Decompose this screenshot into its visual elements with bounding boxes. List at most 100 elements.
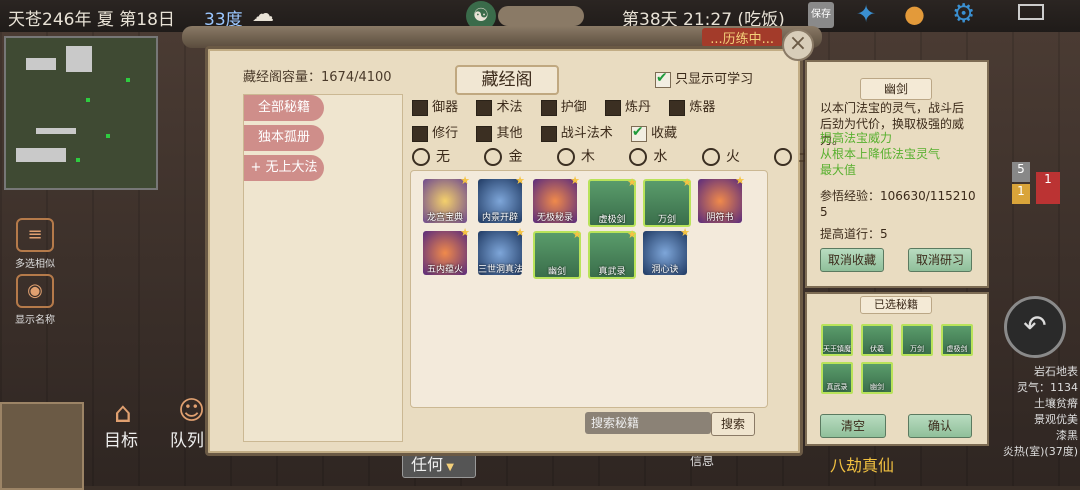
badge-gold[interactable]: 1	[1012, 184, 1030, 204]
detail-effect: 从根本上降低法宝灵气	[820, 147, 941, 161]
filter-lianqi[interactable]: 炼器	[669, 96, 715, 116]
star-icon: ★	[515, 226, 525, 239]
map-icon[interactable]: ✦	[856, 0, 876, 28]
book-title: 真武录	[598, 267, 626, 277]
book-item[interactable]: ★ 龙宫宝典	[423, 174, 470, 223]
gourd-slot[interactable]	[0, 402, 84, 490]
radio-icon[interactable]	[556, 148, 575, 166]
tab-supreme[interactable]: + 无上大法	[244, 155, 324, 181]
detail-dao: 提高道行：5	[820, 227, 888, 241]
checkbox-icon[interactable]	[630, 124, 647, 142]
tab-all[interactable]: 全部秘籍	[244, 95, 324, 121]
detail-desc-line: 以本门法宝的灵气，战斗后	[820, 101, 965, 115]
selected-book-title: 伏羲	[870, 345, 884, 353]
people-icon: ☺	[178, 396, 206, 426]
filter-qita[interactable]: 其他	[476, 122, 522, 142]
category-tab-list: 全部秘籍 独本孤册 + 无上大法	[243, 94, 403, 442]
target-button[interactable]: ⌂ 目标	[104, 396, 138, 451]
book-item[interactable]: ★ 无极秘录	[533, 174, 580, 223]
book-title: 三世洞真法	[478, 265, 522, 275]
filter-xiuxing[interactable]: 修行	[412, 122, 458, 142]
save-button[interactable]: 保存	[808, 2, 834, 28]
element-label: 火	[725, 149, 740, 165]
filter-favorite[interactable]: 收藏	[630, 122, 677, 142]
checkbox-icon[interactable]	[540, 99, 557, 116]
radio-icon[interactable]	[774, 148, 793, 166]
realm-label: 八劫真仙	[830, 456, 895, 475]
unstudy-button[interactable]: 取消研习	[908, 248, 972, 272]
selected-book[interactable]: 万剑	[901, 324, 933, 356]
minimap[interactable]	[4, 36, 158, 190]
element-metal[interactable]: 金	[484, 146, 522, 166]
gear-icon[interactable]: ⚙	[952, 0, 975, 29]
filter-combat[interactable]: 战斗法术	[540, 122, 613, 142]
book-item[interactable]: ★ 五内蕴火	[423, 226, 470, 275]
badge-red[interactable]: 1	[1036, 172, 1060, 204]
terrain-line: 灵气：1134	[1017, 381, 1078, 394]
book-item[interactable]: ★ 内景开辟	[478, 174, 525, 223]
eye-icon: ◉	[16, 274, 54, 308]
book-item[interactable]: ★ 真武录	[588, 228, 637, 279]
battery-icon	[1018, 4, 1044, 20]
element-water[interactable]: 水	[629, 146, 667, 166]
clear-button[interactable]: 清空	[820, 414, 886, 438]
selected-book[interactable]: 伏羲	[861, 324, 893, 356]
show-name-button[interactable]: ◉ 显示名称	[0, 274, 70, 326]
checkbox-icon[interactable]	[476, 99, 493, 116]
radio-icon[interactable]	[484, 148, 503, 166]
team-button[interactable]: ☺ 队列	[170, 396, 205, 451]
element-none[interactable]: 无	[412, 146, 450, 166]
filter-label: 术法	[496, 100, 523, 115]
checkbox-icon[interactable]	[604, 99, 621, 116]
element-fire[interactable]: 火	[701, 146, 740, 166]
search-input[interactable]: 搜索秘籍	[585, 412, 711, 434]
book-item[interactable]: ★ 洞心诀	[643, 226, 690, 275]
filter-liandan[interactable]: 炼丹	[604, 96, 652, 116]
confirm-button[interactable]: 确认	[908, 414, 972, 438]
element-wood[interactable]: 木	[556, 146, 595, 166]
filter-row-1: 御器 术法 护御 炼丹 炼器	[412, 96, 729, 116]
search-button[interactable]: 搜索	[711, 412, 755, 436]
badge-grey[interactable]: 5	[1012, 162, 1030, 182]
filter-huyu[interactable]: 护御	[540, 96, 587, 116]
checkbox-icon[interactable]	[669, 99, 686, 116]
book-title: 万剑	[657, 215, 676, 225]
selected-book[interactable]: 虚极剑	[941, 324, 973, 356]
selected-book-title: 真武录	[826, 383, 848, 391]
radio-icon[interactable]	[629, 148, 648, 166]
uncollect-button[interactable]: 取消收藏	[820, 248, 884, 272]
stack-icon: ≡	[16, 218, 54, 252]
checkbox-icon[interactable]	[476, 125, 493, 142]
multi-select-similar-button[interactable]: ≡ 多选相似	[0, 218, 70, 270]
selected-book[interactable]: 真武录	[821, 362, 853, 394]
checkbox-icon[interactable]	[540, 125, 557, 142]
checkbox-icon[interactable]	[412, 99, 428, 116]
checkbox-icon[interactable]	[412, 125, 428, 142]
book-item[interactable]: ★ 万剑	[643, 176, 692, 227]
book-item[interactable]: ★ 虚极剑	[588, 176, 637, 227]
tab-unique[interactable]: 独本孤册	[244, 125, 324, 151]
filter-row-2: 修行 其他 战斗法术 收藏	[412, 122, 691, 142]
tab-supreme-label: 无上大法	[265, 160, 318, 175]
show-name-label: 显示名称	[15, 315, 55, 326]
star-icon: ★	[570, 174, 580, 187]
filter-yuqi[interactable]: 御器	[412, 96, 458, 116]
book-item[interactable]: ★ 阴符书	[698, 174, 745, 223]
book-item[interactable]: ★ 三世洞真法	[478, 226, 525, 275]
terrain-info: 岩石地表 灵气：1134 土壤贫瘠 景观优美 漆黑 炎热(室)(37度)	[994, 364, 1078, 460]
palette-icon[interactable]: ●	[904, 0, 925, 28]
radio-icon[interactable]	[412, 148, 430, 166]
only-learnable-toggle[interactable]: 只显示可学习	[655, 68, 753, 88]
filter-label: 御器	[432, 100, 459, 115]
filter-shufa[interactable]: 术法	[476, 96, 522, 116]
filter-label: 炼丹	[625, 100, 652, 115]
selected-book[interactable]: 幽剑	[861, 362, 893, 394]
close-button[interactable]: ×	[782, 29, 814, 61]
filter-dropdown-label: 任何	[411, 455, 444, 474]
book-item[interactable]: ★ 幽剑	[533, 228, 582, 279]
checkbox-icon[interactable]	[655, 70, 671, 88]
back-button[interactable]: ↶	[1004, 296, 1066, 358]
detail-effect: 最大值	[820, 163, 857, 177]
selected-book[interactable]: 天王镇魔	[821, 324, 853, 356]
radio-icon[interactable]	[701, 148, 720, 166]
